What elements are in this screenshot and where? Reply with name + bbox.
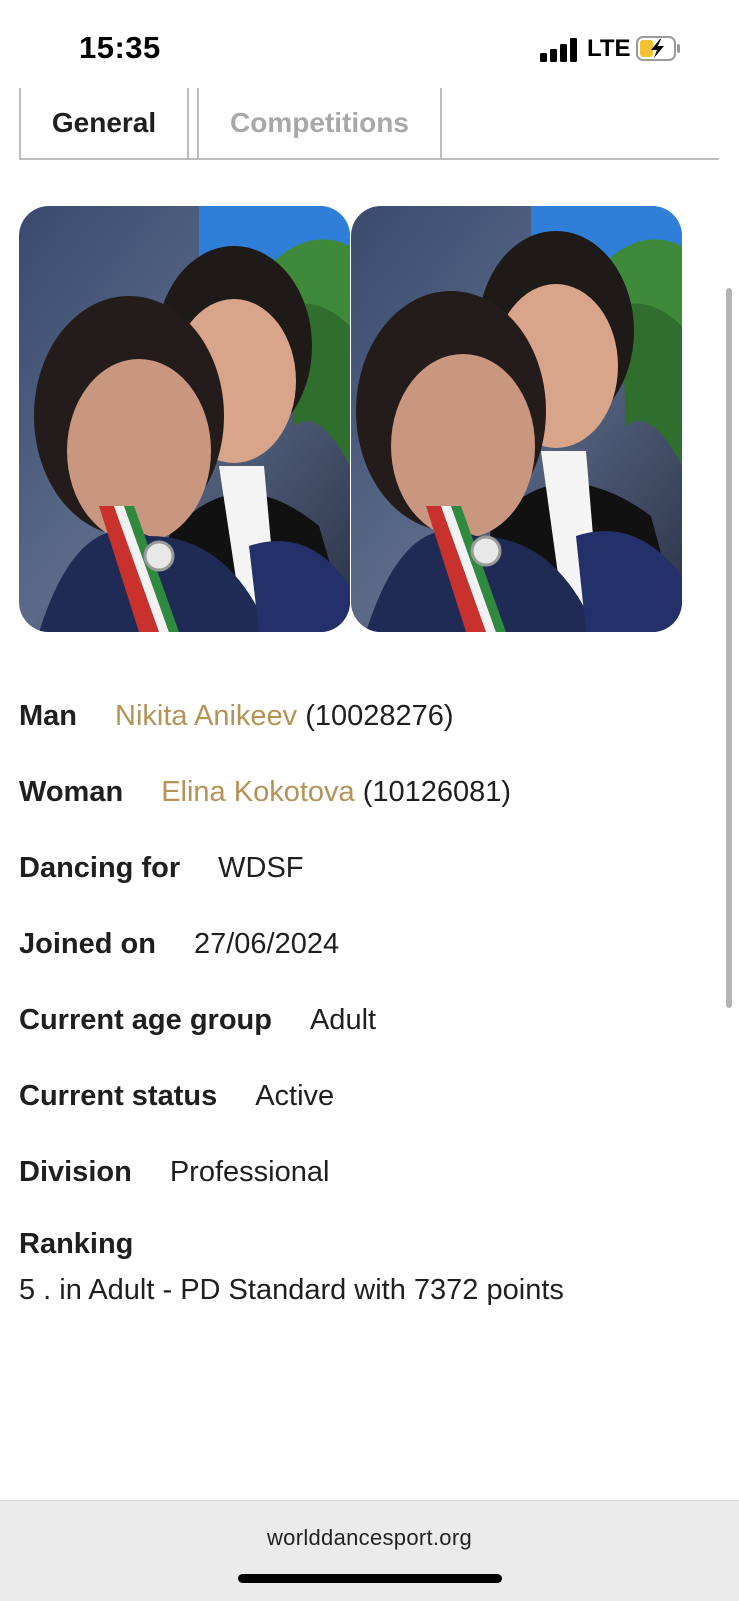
couple-photo-2 — [351, 206, 682, 632]
couple-photo-1 — [19, 206, 350, 632]
woman-name-link[interactable]: Elina Kokotova — [161, 776, 354, 808]
home-indicator[interactable] — [238, 1574, 502, 1583]
man-row: Man Nikita Anikeev (10028276) — [19, 700, 454, 733]
woman-label: Woman — [19, 776, 124, 808]
ranking-label: Ranking — [19, 1228, 134, 1260]
woman-id: (10126081) — [362, 776, 512, 808]
dancing-for-label: Dancing for — [19, 852, 181, 884]
joined-on-value: 27/06/2024 — [193, 928, 340, 960]
status-row: Current status Active — [19, 1080, 334, 1113]
dancing-for-value: WDSF — [218, 852, 304, 884]
scrollbar[interactable] — [726, 288, 732, 1008]
status-bar: 15:35 LTE — [0, 0, 739, 90]
man-name-link[interactable]: Nikita Anikeev — [115, 700, 297, 732]
signal-bars-icon — [540, 38, 578, 62]
dancing-for-row: Dancing for WDSF — [19, 852, 304, 885]
joined-on-row: Joined on 27/06/2024 — [19, 928, 339, 961]
tab-competitions[interactable]: Competitions — [197, 88, 442, 158]
man-id: (10028276) — [305, 700, 454, 732]
ranking-value: 5 . in Adult - PD Standard with 7372 poi… — [19, 1274, 564, 1306]
tab-general[interactable]: General — [19, 88, 189, 158]
age-group-value: Adult — [309, 1004, 377, 1036]
status-value: Active — [255, 1080, 335, 1112]
division-label: Division — [19, 1156, 132, 1188]
age-group-label: Current age group — [19, 1004, 272, 1036]
joined-on-label: Joined on — [19, 928, 156, 960]
age-group-row: Current age group Adult — [19, 1004, 376, 1037]
division-value: Professional — [169, 1156, 330, 1188]
battery-charging-icon — [636, 36, 681, 61]
url-text[interactable]: worlddancesport.org — [0, 1525, 739, 1551]
woman-row: Woman Elina Kokotova (10126081) — [19, 776, 511, 809]
man-label: Man — [19, 700, 77, 732]
division-row: Division Professional — [19, 1156, 329, 1189]
tab-bar: General Competitions — [19, 88, 719, 160]
status-label: Current status — [19, 1080, 218, 1112]
status-time: 15:35 — [79, 30, 161, 65]
network-type: LTE — [587, 35, 631, 62]
browser-address-bar: worlddancesport.org — [0, 1500, 739, 1601]
